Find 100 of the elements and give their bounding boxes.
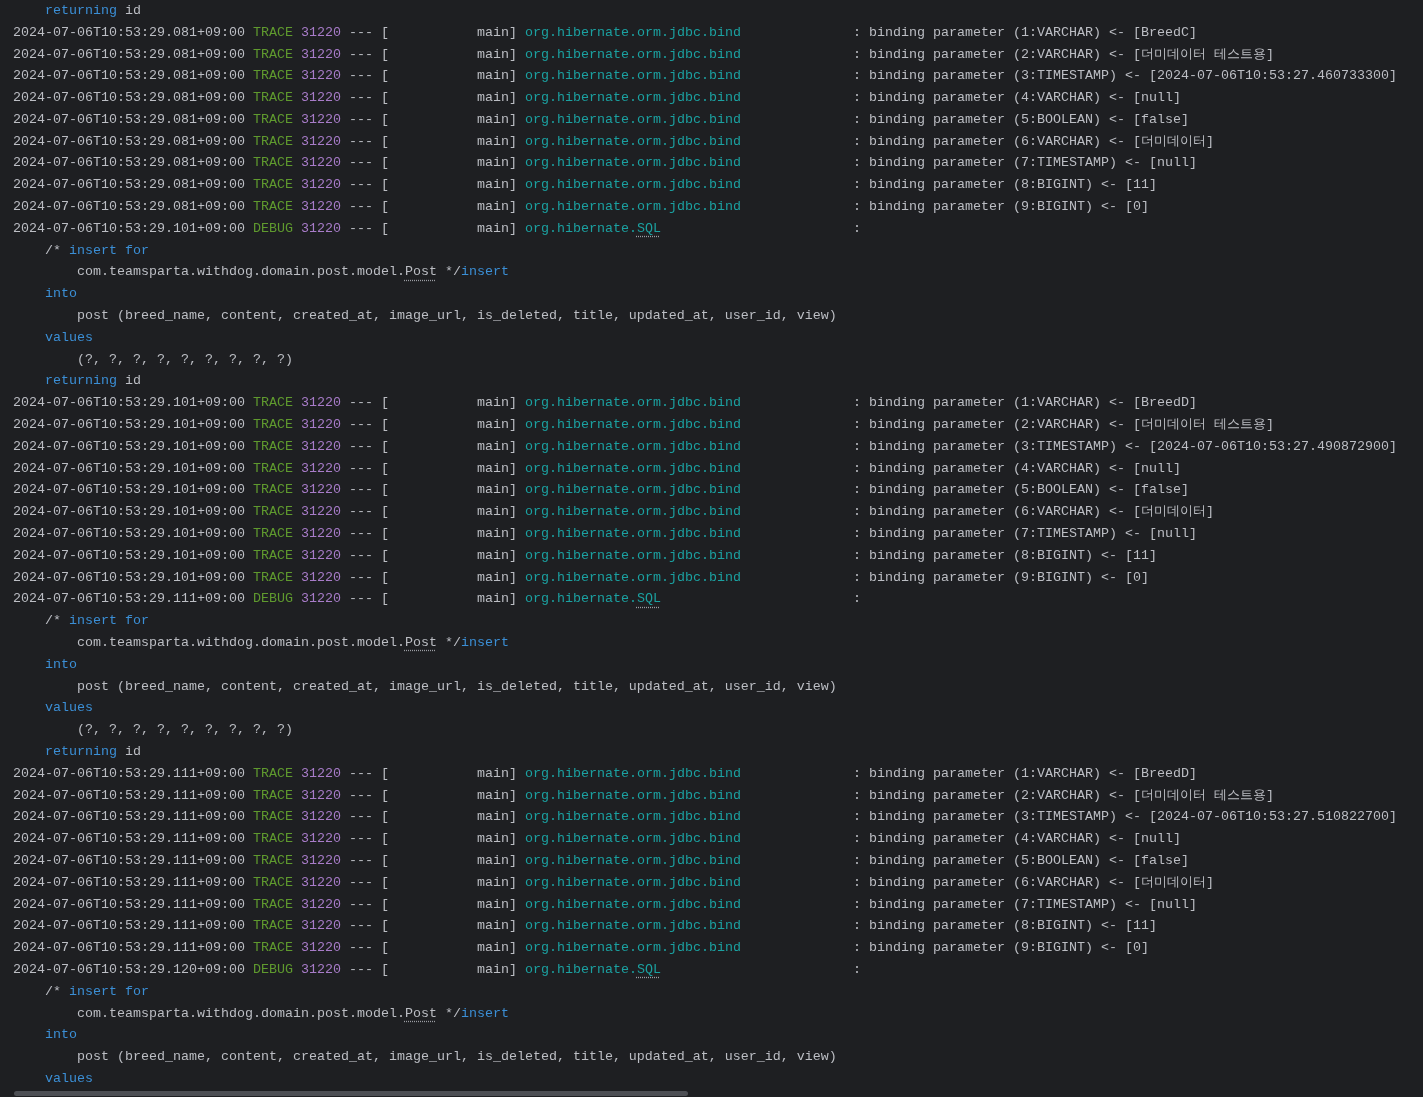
log-message: binding parameter (3:TIMESTAMP) <- [2024-07-06T10:53:27.460733300] <box>869 67 1397 86</box>
colon: : <box>853 526 861 542</box>
timestamp: 2024-07-06T10:53:29.111+09:00 <box>13 874 245 890</box>
thread-name: main] <box>477 220 517 236</box>
separator: --- <box>349 765 373 781</box>
sql-line: com.teamsparta.withdog.domain.post.model.Post */insert <box>77 263 509 282</box>
process-id: 31220 <box>301 395 341 411</box>
colon: : <box>853 220 861 236</box>
thread-bracket: [ <box>381 831 389 847</box>
colon: : <box>853 460 861 476</box>
timestamp: 2024-07-06T10:53:29.111+09:00 <box>13 853 245 868</box>
thread-bracket: [ <box>381 133 389 149</box>
logger-name: org.hibernate.SQL <box>525 220 661 236</box>
process-id: 31220 <box>301 220 341 236</box>
thread-name: main] <box>477 111 517 127</box>
thread-bracket: [ <box>381 569 389 585</box>
log-level: TRACE <box>253 199 293 215</box>
timestamp: 2024-07-06T10:53:29.101+09:00 <box>13 504 245 520</box>
separator: --- <box>349 111 373 127</box>
separator: --- <box>349 809 373 825</box>
colon: : <box>853 199 861 215</box>
separator: --- <box>349 395 373 411</box>
thread-bracket: [ <box>381 68 389 84</box>
colon: : <box>853 111 861 127</box>
log-level: TRACE <box>253 24 293 40</box>
colon: : <box>853 438 861 454</box>
separator: --- <box>349 438 373 454</box>
process-id: 31220 <box>301 569 341 585</box>
separator: --- <box>349 24 373 40</box>
process-id: 31220 <box>301 809 341 825</box>
logger-name: org.hibernate.orm.jdbc.bind <box>525 417 741 433</box>
separator: --- <box>349 940 373 956</box>
log-level: TRACE <box>253 417 293 433</box>
log-level: TRACE <box>253 133 293 149</box>
timestamp: 2024-07-06T10:53:29.101+09:00 <box>13 526 245 542</box>
sql-line: values <box>45 699 93 718</box>
log-message: binding parameter (6:VARCHAR) <- [더미데이터] <box>869 873 1214 892</box>
thread-bracket: [ <box>381 220 389 236</box>
thread-name: main] <box>477 155 517 171</box>
thread-name: main] <box>477 940 517 956</box>
log-level: DEBUG <box>253 591 293 607</box>
log-message: binding parameter (1:VARCHAR) <- [BreedD] <box>869 764 1197 783</box>
thread-bracket: [ <box>381 896 389 912</box>
horizontal-scrollbar[interactable] <box>14 1091 688 1096</box>
log-level: TRACE <box>253 46 293 62</box>
thread-bracket: [ <box>381 199 389 215</box>
log-message: binding parameter (5:BOOLEAN) <- [false] <box>869 852 1189 870</box>
sql-line: into <box>45 1026 77 1045</box>
process-id: 31220 <box>301 787 341 803</box>
sql-line: returning id <box>45 743 141 761</box>
thread-bracket: [ <box>381 111 389 127</box>
thread-bracket: [ <box>381 918 389 934</box>
thread-name: main] <box>477 504 517 520</box>
thread-name: main] <box>477 526 517 542</box>
separator: --- <box>349 569 373 585</box>
separator: --- <box>349 460 373 476</box>
thread-name: main] <box>477 765 517 781</box>
timestamp: 2024-07-06T10:53:29.101+09:00 <box>13 220 245 236</box>
timestamp: 2024-07-06T10:53:29.111+09:00 <box>13 940 245 956</box>
sql-line: com.teamsparta.withdog.domain.post.model.Post */insert <box>77 1004 509 1023</box>
log-level: TRACE <box>253 547 293 563</box>
thread-bracket: [ <box>381 24 389 40</box>
log-message: binding parameter (2:VARCHAR) <- [더미데이터 테스트용] <box>869 786 1274 805</box>
sql-line: com.teamsparta.withdog.domain.post.model.Post */insert <box>77 634 509 652</box>
thread-bracket: [ <box>381 547 389 563</box>
process-id: 31220 <box>301 831 341 847</box>
log-level: TRACE <box>253 896 293 912</box>
thread-name: main] <box>477 395 517 411</box>
timestamp: 2024-07-06T10:53:29.111+09:00 <box>13 765 245 781</box>
process-id: 31220 <box>301 24 341 40</box>
thread-name: main] <box>477 177 517 193</box>
sql-line: post (breed_name, content, created_at, image_url, is_deleted, title, updated_at, user_id, view) <box>77 677 837 696</box>
thread-bracket: [ <box>381 940 389 956</box>
colon: : <box>853 133 861 149</box>
colon: : <box>853 940 861 956</box>
sql-line: /* insert for <box>45 241 149 260</box>
thread-name: main] <box>477 199 517 215</box>
process-id: 31220 <box>301 155 341 171</box>
separator: --- <box>349 874 373 890</box>
colon: : <box>853 504 861 520</box>
process-id: 31220 <box>301 133 341 149</box>
thread-name: main] <box>477 787 517 803</box>
logger-name: org.hibernate.orm.jdbc.bind <box>525 395 741 411</box>
thread-bracket: [ <box>381 155 389 171</box>
thread-bracket: [ <box>381 482 389 498</box>
log-level: TRACE <box>253 809 293 825</box>
process-id: 31220 <box>301 504 341 520</box>
separator: --- <box>349 896 373 912</box>
sql-line: into <box>45 285 77 304</box>
thread-name: main] <box>477 853 517 868</box>
thread-bracket: [ <box>381 90 389 106</box>
log-level: TRACE <box>253 853 293 868</box>
process-id: 31220 <box>301 940 341 956</box>
thread-bracket: [ <box>381 853 389 868</box>
process-id: 31220 <box>301 460 341 476</box>
process-id: 31220 <box>301 526 341 542</box>
separator: --- <box>349 46 373 62</box>
log-message: binding parameter (2:VARCHAR) <- [더미데이터 테스트용] <box>869 45 1274 64</box>
log-message: binding parameter (5:BOOLEAN) <- [false] <box>869 110 1189 129</box>
log-level: TRACE <box>253 526 293 542</box>
